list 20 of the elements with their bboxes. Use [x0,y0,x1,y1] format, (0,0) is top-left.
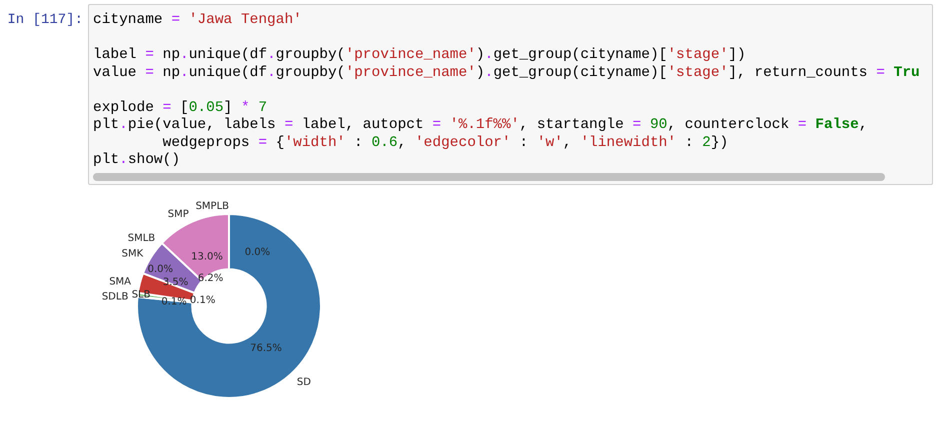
category-label: SDLB [102,291,128,302]
cell-prompt: In [117]: [6,11,84,30]
percent-label: 0.0% [244,246,270,258]
category-label: SMA [109,276,132,288]
percent-label: 76.5% [250,342,282,354]
code-line: value = np.unique(df.groupby('province_name').get_group(cityname)['stage'], return_counts = Tru [93,64,920,82]
category-label: SMK [122,248,144,259]
code-line: label = np.unique(df.groupby('province_name').get_group(cityname)['stage']) [93,47,746,64]
code-line: cityname = 'Jawa Tengah' [93,12,302,30]
category-label: SMPLB [196,200,229,212]
category-label: SMP [168,208,189,220]
code-line: plt.pie(value, labels = label, autopct = '%.1f%%', startangle = 90, counterclock = False, [93,117,868,134]
category-label: SMLB [128,232,156,244]
code-line: plt.show() [93,152,180,170]
code-line: explode = [0.05] * 7 [93,100,268,117]
code-line: wedgeprops = {'width' : 0.6, 'edgecolor' : 'w', 'linewidth' : 2}) [162,134,728,152]
percent-label: 13.0% [191,250,223,262]
category-label: SD [296,376,311,388]
percent-label: 0.1% [190,294,216,306]
percent-label: 0.0% [148,264,174,275]
